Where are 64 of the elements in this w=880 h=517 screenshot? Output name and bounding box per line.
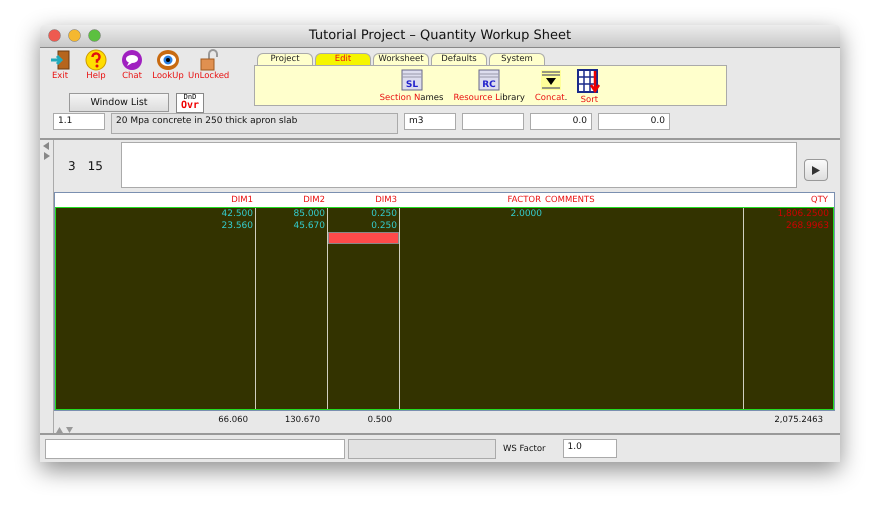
total-value: 66.060 xyxy=(217,415,249,426)
toolbar-button[interactable]: Help xyxy=(80,48,112,81)
table-cell[interactable]: 23.560 xyxy=(56,220,255,232)
table-cell[interactable]: 0.250 xyxy=(328,220,399,232)
window-list-button[interactable]: Window List xyxy=(69,92,169,112)
table-cell[interactable]: 42.500 xyxy=(56,208,255,220)
down-arrow-icon[interactable] xyxy=(66,427,73,434)
toolbar-button[interactable]: UnLocked xyxy=(188,48,230,81)
value-field[interactable]: 0.0 xyxy=(530,112,592,130)
window-control-icon[interactable] xyxy=(48,29,61,42)
counter-text: 15 xyxy=(88,159,103,174)
panel-tool-button[interactable]: RC Resource Library xyxy=(453,68,525,105)
description-field[interactable]: 20 Mpa concrete in 250 thick apron slab xyxy=(111,112,398,134)
window-control-icon[interactable] xyxy=(68,29,81,42)
eye-icon xyxy=(156,48,180,71)
chat-bubble-icon xyxy=(121,48,143,71)
window-title: Tutorial Project – Quantity Workup Sheet xyxy=(308,28,572,44)
panel-tool-button[interactable]: SL Section Names xyxy=(380,68,444,105)
toolbar-button[interactable]: Exit xyxy=(44,48,76,81)
total-value: 0.500 xyxy=(366,415,393,426)
column-header: DIM3 xyxy=(374,194,398,208)
table-cell[interactable]: 85.000 xyxy=(256,208,327,220)
notes-field[interactable] xyxy=(121,142,797,188)
selected-cell[interactable] xyxy=(328,232,399,244)
sheet-icon: RC xyxy=(478,68,500,91)
unit-field[interactable]: m3 xyxy=(404,112,456,130)
tab[interactable]: Worksheet xyxy=(373,52,429,65)
column-header: DIM1 xyxy=(230,194,254,208)
input-field[interactable] xyxy=(462,112,524,130)
table-cell[interactable]: 0.250 xyxy=(328,208,399,220)
column-header: QTY xyxy=(810,194,829,208)
up-arrow-icon[interactable] xyxy=(56,427,63,434)
status-field[interactable] xyxy=(45,438,345,459)
ws-factor-label: WS Factor xyxy=(503,444,546,454)
toolbar-button[interactable]: LookUp xyxy=(152,48,184,81)
column-header: COMMENTS xyxy=(544,194,596,208)
value-field[interactable]: 0.0 xyxy=(598,112,670,130)
column-header: DIM2 xyxy=(302,194,326,208)
left-arrow-icon[interactable] xyxy=(43,142,50,150)
open-padlock-icon xyxy=(198,48,219,71)
tab[interactable]: Edit xyxy=(315,52,371,65)
tab[interactable]: Project xyxy=(257,52,313,65)
toolbar-button[interactable]: Chat xyxy=(116,48,148,81)
panel-tool-button[interactable]: Concat. xyxy=(534,68,568,105)
table-cell[interactable]: 2.0000 xyxy=(400,208,544,220)
door-exit-icon xyxy=(49,48,71,71)
code-field[interactable]: 1.1 xyxy=(53,112,105,130)
tab[interactable]: Defaults xyxy=(431,52,487,65)
column-header: FACTOR xyxy=(506,194,542,208)
ws-factor-field[interactable]: 1.0 xyxy=(562,439,617,458)
play-button[interactable] xyxy=(804,159,828,182)
help-icon xyxy=(85,48,107,71)
sort-grid-icon xyxy=(577,68,602,93)
sheet-icon: SL xyxy=(400,68,423,91)
panel-tool-button[interactable]: Sort xyxy=(577,68,602,105)
tab[interactable]: System xyxy=(489,52,545,65)
total-value: 130.670 xyxy=(284,415,321,426)
right-arrow-icon[interactable] xyxy=(43,152,50,160)
total-value: 2,075.2463 xyxy=(773,415,824,426)
play-icon xyxy=(812,166,820,175)
table-cell[interactable]: 45.670 xyxy=(256,220,327,232)
concat-icon xyxy=(540,68,562,91)
counter-text: 3 xyxy=(68,159,76,174)
window-control-icon[interactable] xyxy=(88,29,101,42)
